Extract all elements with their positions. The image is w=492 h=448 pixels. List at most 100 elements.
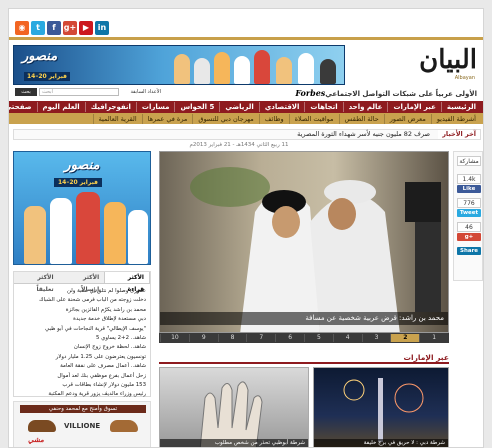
linkedin-icon[interactable]: in <box>95 21 109 35</box>
header: منصور 14–20 فبراير البيان Albayan الأولى… <box>9 41 483 99</box>
subnav-item[interactable]: القرية العالمية <box>92 113 142 124</box>
slider-page-button[interactable]: 5 <box>304 334 333 342</box>
slider-page-button[interactable]: 3 <box>361 334 391 342</box>
popular-list: عمورى وصلوا لم نتلق أي نسبة ولن دخلت زوجت… <box>14 284 150 403</box>
logo-arabic: البيان <box>419 45 477 75</box>
nav-item[interactable]: الرياضي <box>219 102 259 112</box>
sidebar-ad[interactable]: منصور 14–20 فبراير <box>13 151 151 265</box>
search-input[interactable]: ابحث <box>39 88 119 96</box>
shoe-ad-header: تسوق وأمنح مع لمحمد وحنفي <box>20 405 146 413</box>
cartoon-character <box>298 53 314 84</box>
slider-page-button[interactable]: 2 <box>390 334 420 342</box>
popular-item[interactable]: زحل أعمال بفرع موظفي بنك لعد أموال <box>18 372 146 381</box>
facebook-like-button[interactable]: Like <box>457 185 481 193</box>
main-story-caption: محمد بن راشد: قرض عربية شخصية عن مسافة <box>160 312 448 325</box>
uae-section-header: عبر الإمارات <box>159 353 449 364</box>
cartoon-character <box>76 192 100 264</box>
youtube-icon[interactable]: ▶ <box>79 21 93 35</box>
shoe-ad-brand: VILLIONE <box>64 422 101 430</box>
google-plus-button[interactable]: g+ <box>457 233 481 241</box>
popular-item[interactable]: تونسيون يعترضون على 1.25 مليار دولار <box>18 353 146 362</box>
cartoon-character <box>234 56 250 84</box>
site-logo[interactable]: البيان Albayan <box>357 43 477 83</box>
nav-item[interactable]: العلم اليوم <box>36 102 85 112</box>
banner-brand: منصور <box>22 49 58 64</box>
slider-page-button[interactable]: 7 <box>246 334 275 342</box>
google-plus-count: 46 <box>457 222 481 232</box>
slider-page-button[interactable]: 1 <box>419 334 448 342</box>
search-button[interactable]: بحث <box>15 88 37 96</box>
popular-item[interactable]: "يوسف الإيطالي" قرية النجاحات في أبو ظبي <box>18 325 146 334</box>
nav-item[interactable]: عبر الإمارات <box>387 102 440 112</box>
cartoon-character <box>276 57 292 84</box>
sidebar-shoe-ad[interactable]: تسوق وأمنح مع لمحمد وحنفي VILLIONE مشي <box>13 401 151 447</box>
shoe-image <box>28 420 56 432</box>
popular-tab[interactable]: الأكثر إرسالاً <box>59 272 105 293</box>
popular-item[interactable]: دخلت زوجته من الباب فرمى شحنة على الشباك <box>18 296 146 305</box>
subnav-item[interactable]: معرض الصور <box>383 113 431 124</box>
tweet-count: 776 <box>457 198 481 208</box>
top-banner-ad[interactable]: منصور 14–20 فبراير <box>13 45 345 85</box>
google-plus-icon[interactable]: g+ <box>63 21 77 35</box>
sidebar-ad-brand: منصور <box>64 158 100 173</box>
cartoon-character <box>104 202 126 264</box>
uae-section-title[interactable]: عبر الإمارات <box>403 353 449 363</box>
subnav-item[interactable]: مرة في عمرها <box>141 113 193 124</box>
rss-icon[interactable]: ◉ <box>15 21 29 35</box>
breaking-headline[interactable]: صرف 82 مليون جنيه لأسر شهداء الثورة المص… <box>297 130 430 139</box>
linkedin-share-button[interactable]: Share <box>457 247 481 255</box>
uae-story-card[interactable]: شرطة أبوظبي تحذر من شخص مطلوب <box>159 367 309 447</box>
slider-pager: 1 2 3 4 5 6 7 8 9 10 <box>159 333 449 343</box>
uae-story-caption: شرطة أبوظبي تحذر من شخص مطلوب <box>160 439 308 447</box>
nav-item[interactable]: انفوجرافيك <box>84 102 136 112</box>
cartoon-character <box>214 52 230 84</box>
nav-item[interactable]: صفحتي <box>9 102 37 112</box>
main-story-photo[interactable]: محمد بن راشد: قرض عربية شخصية عن مسافة <box>159 151 449 333</box>
breaking-news-ticker: آخر الأخبار صرف 82 مليون جنيه لأسر شهداء… <box>13 129 481 140</box>
tweet-button[interactable]: Tweet <box>457 209 481 217</box>
dateline: 11 ربيع الثاني 1434هـ - 21 فبراير 2013م <box>189 142 289 148</box>
uae-story-card[interactable]: شرطة دبي : لا حريق في برج خليفة <box>313 367 449 447</box>
popular-item[interactable]: شاهد.. أعمال مصرف على نفقة العامة <box>18 362 146 371</box>
facebook-like-widget[interactable]: 1.4k Like <box>457 174 481 193</box>
nav-item[interactable]: الرئيسية <box>440 102 481 112</box>
popular-item[interactable]: دبي مستعدة لإطلاق خدمة جديدة <box>18 315 146 324</box>
linkedin-share-widget[interactable]: Share <box>457 246 481 255</box>
nav-item[interactable]: مسارات <box>135 102 175 112</box>
subnav-item[interactable]: مواقيت الصلاة <box>288 113 339 124</box>
google-plus-widget[interactable]: 46 g+ <box>457 222 481 241</box>
slider-page-button[interactable]: 4 <box>332 334 362 342</box>
popular-item[interactable]: محمد بن راشد يكرّم الفائزين بجائزة <box>18 306 146 315</box>
subnav-item[interactable]: حالة الطقس <box>338 113 384 124</box>
nav-item[interactable]: 5 الحواس <box>174 102 219 112</box>
popular-tab[interactable]: الأكثر تعليقاً <box>14 272 59 293</box>
tweet-widget[interactable]: 776 Tweet <box>457 198 481 217</box>
photo-figures <box>190 167 441 332</box>
subnav-item[interactable]: مهرجان دبي للتسوق <box>192 113 258 124</box>
subnav-item[interactable]: وظائف <box>258 113 289 124</box>
cartoon-character <box>320 59 336 84</box>
popular-item[interactable]: 153 مليون دولار لإنشاء بطاقات قرب <box>18 381 146 390</box>
popular-item[interactable]: شاهد.. 2+2 يساوي 5 <box>18 334 146 343</box>
nav-item[interactable]: الاقتصادي <box>258 102 305 112</box>
primary-nav: الرئيسية عبر الإمارات عالم واحد اتجاهات الاق… <box>9 101 483 113</box>
nav-item[interactable]: اتجاهات <box>304 102 342 112</box>
cartoon-character <box>128 210 148 264</box>
top-bar: ◉ t f g+ ▶ in <box>9 9 483 37</box>
twitter-icon[interactable]: t <box>31 21 45 35</box>
subnav-item[interactable]: أشرطة الفيديو <box>430 113 481 124</box>
archive-link[interactable]: الأعداد السابقة <box>121 88 161 96</box>
slider-page-button[interactable]: 6 <box>275 334 304 342</box>
popular-tabs: الأكثر قراءة الأكثر إرسالاً الأكثر تعليقاً <box>14 272 150 293</box>
banner-date: 14–20 فبراير <box>24 72 70 81</box>
facebook-count: 1.4k <box>457 174 481 184</box>
slider-page-button[interactable]: 10 <box>160 334 189 342</box>
facebook-icon[interactable]: f <box>47 21 61 35</box>
popular-item[interactable]: رئيس وزراء مالديڤ يزور قرية ودعم المكتبة <box>18 390 146 399</box>
nav-item[interactable]: عالم واحد <box>342 102 388 112</box>
popular-item[interactable]: شاهد.. لحظة خروج زوج الإنسان <box>18 343 146 352</box>
slider-page-button[interactable]: 8 <box>217 334 247 342</box>
slider-page-button[interactable]: 9 <box>188 334 218 342</box>
most-popular-box: الأكثر قراءة الأكثر إرسالاً الأكثر تعليقاً… <box>13 271 151 397</box>
popular-tab[interactable]: الأكثر قراءة <box>104 272 150 293</box>
